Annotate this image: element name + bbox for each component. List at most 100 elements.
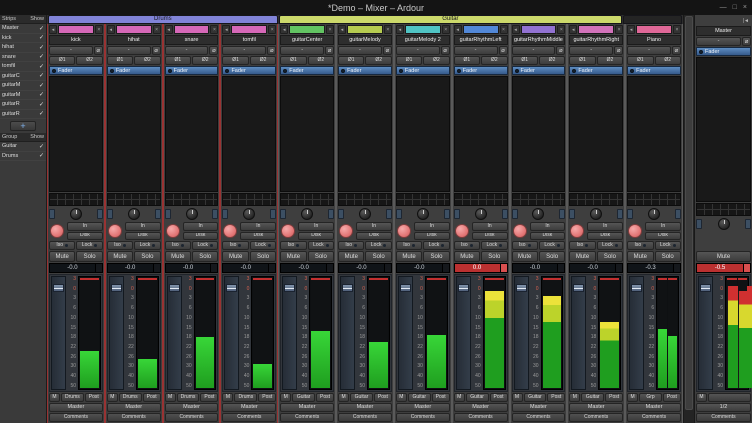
solo-button[interactable]: Solo bbox=[365, 251, 391, 262]
minimize-icon[interactable]: — bbox=[720, 4, 727, 11]
pan-right-button[interactable] bbox=[212, 209, 218, 219]
metering-button[interactable]: M bbox=[165, 393, 176, 402]
record-arm-button[interactable] bbox=[50, 224, 64, 238]
monitor-disk-button[interactable]: Disk bbox=[67, 232, 103, 241]
peak-indicator[interactable] bbox=[500, 264, 507, 272]
master-name-button[interactable]: Master bbox=[696, 26, 751, 36]
gain-fader[interactable] bbox=[167, 276, 182, 390]
chevron-left-icon[interactable]: ◂ bbox=[107, 25, 115, 34]
fader-processor-entry[interactable]: Fader bbox=[165, 66, 219, 75]
group-button[interactable]: Guitar bbox=[466, 393, 489, 402]
pan-knob[interactable] bbox=[301, 208, 313, 220]
track-color-chip[interactable] bbox=[289, 25, 325, 34]
fader-processor-entry[interactable]: Fader bbox=[49, 66, 103, 75]
metering-button[interactable]: M bbox=[338, 393, 349, 402]
metering-button[interactable]: M bbox=[454, 393, 465, 402]
phase-invert-1-button[interactable]: Ø1 bbox=[338, 56, 364, 65]
gain-fader[interactable] bbox=[571, 276, 586, 390]
chevron-left-icon[interactable]: ◂ bbox=[454, 25, 462, 34]
solo-button[interactable]: Solo bbox=[481, 251, 507, 262]
chevron-left-icon[interactable]: ◂ bbox=[338, 25, 346, 34]
mute-button[interactable]: Mute bbox=[569, 251, 595, 262]
pan-left-button[interactable] bbox=[454, 209, 460, 219]
solo-lock-button[interactable]: Lock bbox=[655, 241, 681, 250]
mute-button[interactable]: Mute bbox=[338, 251, 364, 262]
meter-point-button[interactable]: Post bbox=[547, 393, 565, 402]
phase-invert-2-button[interactable]: Ø2 bbox=[597, 56, 623, 65]
solo-button[interactable]: Solo bbox=[308, 251, 334, 262]
group-list-item-drums[interactable]: Drums✓ bbox=[0, 152, 46, 162]
mute-button[interactable]: Mute bbox=[165, 251, 191, 262]
gain-display[interactable]: -0.0 bbox=[107, 263, 161, 273]
metering-button[interactable]: M bbox=[512, 393, 523, 402]
fader-handle[interactable] bbox=[573, 284, 584, 292]
strip-list-item-guitarr[interactable]: guitarR✓ bbox=[0, 110, 46, 120]
comments-button[interactable]: Comments bbox=[454, 413, 508, 422]
solo-button[interactable]: Solo bbox=[423, 251, 449, 262]
pan-knob[interactable] bbox=[590, 208, 602, 220]
record-arm-button[interactable] bbox=[281, 224, 295, 238]
processor-box[interactable] bbox=[107, 76, 161, 192]
solo-isolate-button[interactable]: Iso bbox=[454, 241, 480, 250]
track-color-chip[interactable] bbox=[231, 25, 267, 34]
collapse-strip-list-icon[interactable]: |◄ bbox=[743, 18, 749, 24]
fader-handle[interactable] bbox=[226, 284, 237, 292]
processor-active-led[interactable] bbox=[399, 69, 403, 73]
strips-scrollbar[interactable] bbox=[683, 15, 694, 423]
fader-handle[interactable] bbox=[631, 284, 642, 292]
peak-indicator[interactable] bbox=[210, 264, 217, 272]
fader-handle[interactable] bbox=[458, 284, 469, 292]
chevron-left-icon[interactable]: ◂ bbox=[280, 25, 288, 34]
output-button[interactable]: Master bbox=[454, 403, 508, 412]
trim-button[interactable]: ⌀ bbox=[209, 46, 218, 55]
output-button[interactable]: Master bbox=[49, 403, 103, 412]
strip-list-item-snare[interactable]: snare✓ bbox=[0, 53, 46, 63]
trim-button[interactable]: ⌀ bbox=[499, 46, 508, 55]
visibility-check-icon[interactable]: ✓ bbox=[39, 110, 44, 117]
track-color-chip[interactable] bbox=[116, 25, 152, 34]
phase-invert-2-button[interactable]: Ø2 bbox=[250, 56, 276, 65]
fader-processor-entry[interactable]: Fader bbox=[338, 66, 392, 75]
close-icon[interactable]: × bbox=[557, 25, 565, 34]
pan-right-button[interactable] bbox=[675, 209, 681, 219]
pan-left-button[interactable] bbox=[107, 209, 113, 219]
group-button[interactable]: Grp bbox=[639, 393, 662, 402]
pan-knob[interactable] bbox=[532, 208, 544, 220]
processor-box[interactable] bbox=[165, 76, 219, 192]
pan-left-button[interactable] bbox=[512, 209, 518, 219]
monitor-input-button[interactable]: In bbox=[240, 222, 276, 231]
solo-button[interactable]: Solo bbox=[655, 251, 681, 262]
track-name-button[interactable]: guitarRhythmLeft bbox=[454, 35, 508, 45]
track-color-chip[interactable] bbox=[58, 25, 94, 34]
record-arm-button[interactable] bbox=[397, 224, 411, 238]
comments-button[interactable]: Comments bbox=[165, 413, 219, 422]
peak-indicator[interactable] bbox=[153, 264, 160, 272]
track-color-chip[interactable] bbox=[521, 25, 557, 34]
strip-list-item-guitarm[interactable]: guitarM✓ bbox=[0, 81, 46, 91]
record-arm-button[interactable] bbox=[455, 224, 469, 238]
input-button[interactable]: - bbox=[569, 46, 613, 55]
fader-processor-entry[interactable]: Fader bbox=[396, 66, 450, 75]
track-name-button[interactable]: guitarRhythmMiddle bbox=[512, 35, 566, 45]
gain-fader[interactable] bbox=[282, 276, 297, 390]
solo-isolate-button[interactable]: Iso bbox=[396, 241, 422, 250]
fader-handle[interactable] bbox=[53, 284, 64, 292]
monitor-disk-button[interactable]: Disk bbox=[472, 232, 508, 241]
output-button[interactable]: Master bbox=[512, 403, 566, 412]
mute-button[interactable]: Mute bbox=[49, 251, 75, 262]
chevron-left-icon[interactable]: ◂ bbox=[396, 25, 404, 34]
solo-lock-button[interactable]: Lock bbox=[365, 241, 391, 250]
gain-fader[interactable] bbox=[51, 276, 66, 390]
pan-right-button[interactable] bbox=[97, 209, 103, 219]
mute-button[interactable]: Mute bbox=[222, 251, 248, 262]
gain-display[interactable]: -0.0 bbox=[512, 263, 566, 273]
master-trim-button[interactable]: ⌀ bbox=[742, 37, 751, 46]
phase-invert-1-button[interactable]: Ø1 bbox=[49, 56, 75, 65]
output-button[interactable]: Master bbox=[396, 403, 450, 412]
pan-left-button[interactable] bbox=[280, 209, 286, 219]
gain-display[interactable]: 0.0 bbox=[454, 263, 508, 273]
fader-processor-entry[interactable]: Fader bbox=[280, 66, 334, 75]
visibility-check-icon[interactable]: ✓ bbox=[39, 25, 44, 32]
meter-point-button[interactable]: Post bbox=[490, 393, 508, 402]
phase-invert-1-button[interactable]: Ø1 bbox=[396, 56, 422, 65]
